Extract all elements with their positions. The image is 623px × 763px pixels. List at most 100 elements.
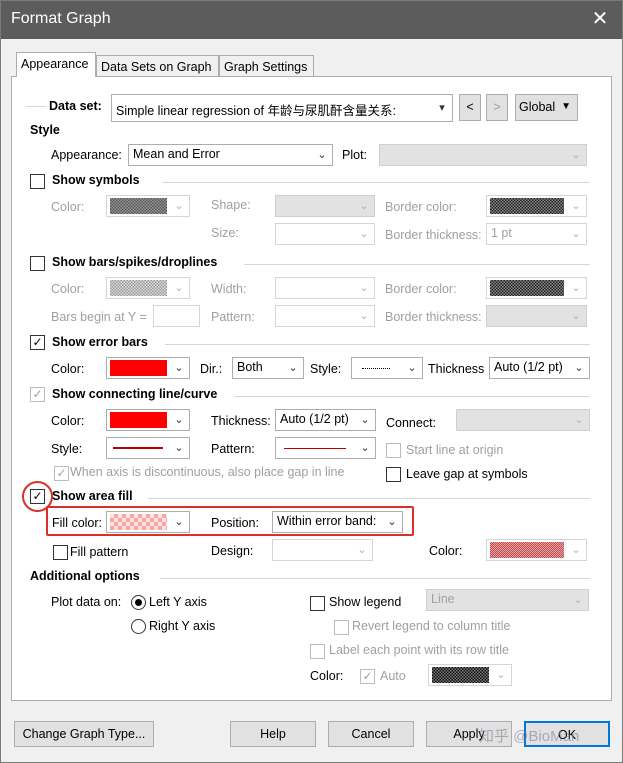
bar-border-color-label: Border color: — [385, 282, 457, 296]
help-button[interactable]: Help — [230, 721, 316, 747]
chevron-down-icon: ⌄ — [360, 442, 370, 454]
bar-color-label: Color: — [51, 282, 85, 296]
left-axis-radio[interactable] — [131, 595, 146, 610]
show-legend-checkbox[interactable] — [310, 596, 325, 611]
chevron-down-icon: ⌄ — [571, 310, 581, 322]
plot-on-label: Plot data on: — [51, 595, 122, 609]
show-error-bars-checkbox[interactable]: ✓ — [30, 335, 45, 350]
chevron-down-icon: ⌄ — [174, 200, 184, 212]
auto-checkbox[interactable]: ✓ — [360, 669, 375, 684]
line-pattern-select[interactable]: ⌄ — [275, 437, 376, 459]
error-thickness-select[interactable]: Auto (1/2 pt) ⌄ — [489, 357, 590, 379]
prev-dataset-button[interactable]: < — [459, 94, 481, 121]
legend-color-select[interactable]: ⌄ — [428, 664, 512, 686]
triangle-down-icon: ▼ — [561, 101, 571, 112]
title-bar: Format Graph ✕ — [1, 1, 622, 39]
format-graph-dialog: Format Graph ✕ Appearance Data Sets on G… — [0, 0, 623, 763]
symbol-color-select[interactable]: ⌄ — [106, 195, 190, 217]
chevron-down-icon: ⌄ — [288, 362, 298, 374]
right-axis-radio[interactable] — [131, 619, 146, 634]
error-color-label: Color: — [51, 362, 85, 376]
chevron-down-icon: ⌄ — [571, 228, 581, 240]
chevron-down-icon: ⌄ — [359, 200, 369, 212]
bar-width-select[interactable]: ⌄ — [275, 277, 375, 299]
chevron-down-icon: ▾ — [439, 102, 445, 114]
error-style-label: Style: — [310, 362, 342, 376]
chevron-down-icon: ⌄ — [174, 362, 184, 374]
dir-label: Dir.: — [200, 362, 223, 376]
line-style-label: Style: — [51, 442, 83, 456]
appearance-select[interactable]: Mean and Error ⌄ — [128, 144, 333, 166]
left-axis-label: Left Y axis — [149, 595, 207, 609]
chevron-down-icon: ⌄ — [496, 669, 506, 681]
chevron-down-icon: ⌄ — [357, 544, 367, 556]
chevron-down-icon: ⌄ — [571, 200, 581, 212]
gap-axis-label: When axis is discontinuous, also place g… — [70, 465, 345, 479]
cancel-button[interactable]: Cancel — [328, 721, 414, 747]
symbol-border-thickness-select[interactable]: 1 pt ⌄ — [486, 223, 587, 245]
fill-pattern-checkbox[interactable] — [53, 545, 68, 560]
chevron-down-icon: ⌄ — [359, 228, 369, 240]
error-style-select[interactable]: ⌄ — [351, 357, 423, 379]
border-thickness-label: Border thickness: — [385, 228, 482, 242]
error-color-select[interactable]: ⌄ — [106, 357, 190, 379]
chevron-down-icon: ⌄ — [174, 282, 184, 294]
symbol-color-label: Color: — [51, 200, 85, 214]
start-origin-checkbox[interactable] — [386, 443, 401, 458]
error-color-swatch — [110, 360, 167, 376]
show-line-checkbox[interactable]: ✓ — [30, 387, 45, 402]
show-error-bars-label: Show error bars — [52, 335, 148, 349]
fill-color-select[interactable]: ⌄ — [106, 511, 190, 533]
chevron-down-icon: ⌄ — [174, 442, 184, 454]
style-heading: Style — [30, 123, 60, 137]
close-icon[interactable]: ✕ — [588, 7, 612, 31]
line-style-select[interactable]: ⌄ — [106, 437, 190, 459]
position-select[interactable]: Within error band: ⌄ — [272, 511, 403, 533]
connect-select[interactable]: ⌄ — [456, 409, 590, 431]
line-pattern-label: Pattern: — [211, 442, 255, 456]
revert-legend-label: Revert legend to column title — [352, 619, 511, 633]
bar-border-thickness-select[interactable]: ⌄ — [486, 305, 587, 327]
size-select[interactable]: ⌄ — [275, 223, 375, 245]
plot-label: Plot: — [342, 148, 368, 162]
line-thickness-select[interactable]: Auto (1/2 pt) ⌄ — [275, 409, 376, 431]
gap-axis-checkbox[interactable]: ✓ — [54, 466, 69, 481]
chevron-down-icon: ⌄ — [359, 282, 369, 294]
show-symbols-checkbox[interactable] — [30, 174, 45, 189]
show-bars-checkbox[interactable] — [30, 256, 45, 271]
scope-select[interactable]: Global ▼ — [515, 94, 578, 121]
leave-gap-checkbox[interactable] — [386, 467, 401, 482]
chevron-down-icon: ⌄ — [174, 414, 184, 426]
dir-select[interactable]: Both ⌄ — [232, 357, 304, 379]
tab-graph-settings[interactable]: Graph Settings — [219, 55, 314, 77]
chevron-down-icon: ⌄ — [360, 414, 370, 426]
fill-pattern-label: Fill pattern — [70, 545, 129, 559]
bars-begin-input[interactable] — [153, 305, 200, 327]
border-color-label: Border color: — [385, 200, 457, 214]
bar-pattern-select[interactable]: ⌄ — [275, 305, 375, 327]
bar-color-select[interactable]: ⌄ — [106, 277, 190, 299]
tab-data-sets[interactable]: Data Sets on Graph — [96, 55, 219, 77]
shape-select[interactable]: ⌄ — [275, 195, 375, 217]
symbol-border-color-select[interactable]: ⌄ — [486, 195, 587, 217]
legend-select[interactable]: Line ⌄ — [426, 589, 589, 611]
line-color-select[interactable]: ⌄ — [106, 409, 190, 431]
next-dataset-button[interactable]: > — [486, 94, 508, 121]
show-area-fill-label: Show area fill — [52, 489, 133, 503]
right-axis-label: Right Y axis — [149, 619, 216, 633]
checkmark-icon: ✓ — [32, 335, 43, 349]
window-title: Format Graph — [11, 10, 111, 27]
label-point-checkbox[interactable] — [310, 644, 325, 659]
dataset-select[interactable]: Simple linear regression of 年龄与尿肌酐含量关系: ▾ — [111, 94, 453, 122]
bar-border-color-select[interactable]: ⌄ — [486, 277, 587, 299]
plot-select[interactable]: ⌄ — [379, 144, 587, 166]
area-color-select[interactable]: ⌄ — [486, 539, 587, 561]
chevron-down-icon: ⌄ — [571, 282, 581, 294]
chevron-down-icon: ⌄ — [387, 516, 397, 528]
show-bars-label: Show bars/spikes/droplines — [52, 255, 218, 269]
change-graph-type-button[interactable]: Change Graph Type... — [14, 721, 154, 747]
revert-legend-checkbox[interactable] — [334, 620, 349, 635]
tab-appearance[interactable]: Appearance — [16, 52, 96, 77]
chevron-down-icon: ⌄ — [571, 544, 581, 556]
design-select[interactable]: ⌄ — [272, 539, 373, 561]
